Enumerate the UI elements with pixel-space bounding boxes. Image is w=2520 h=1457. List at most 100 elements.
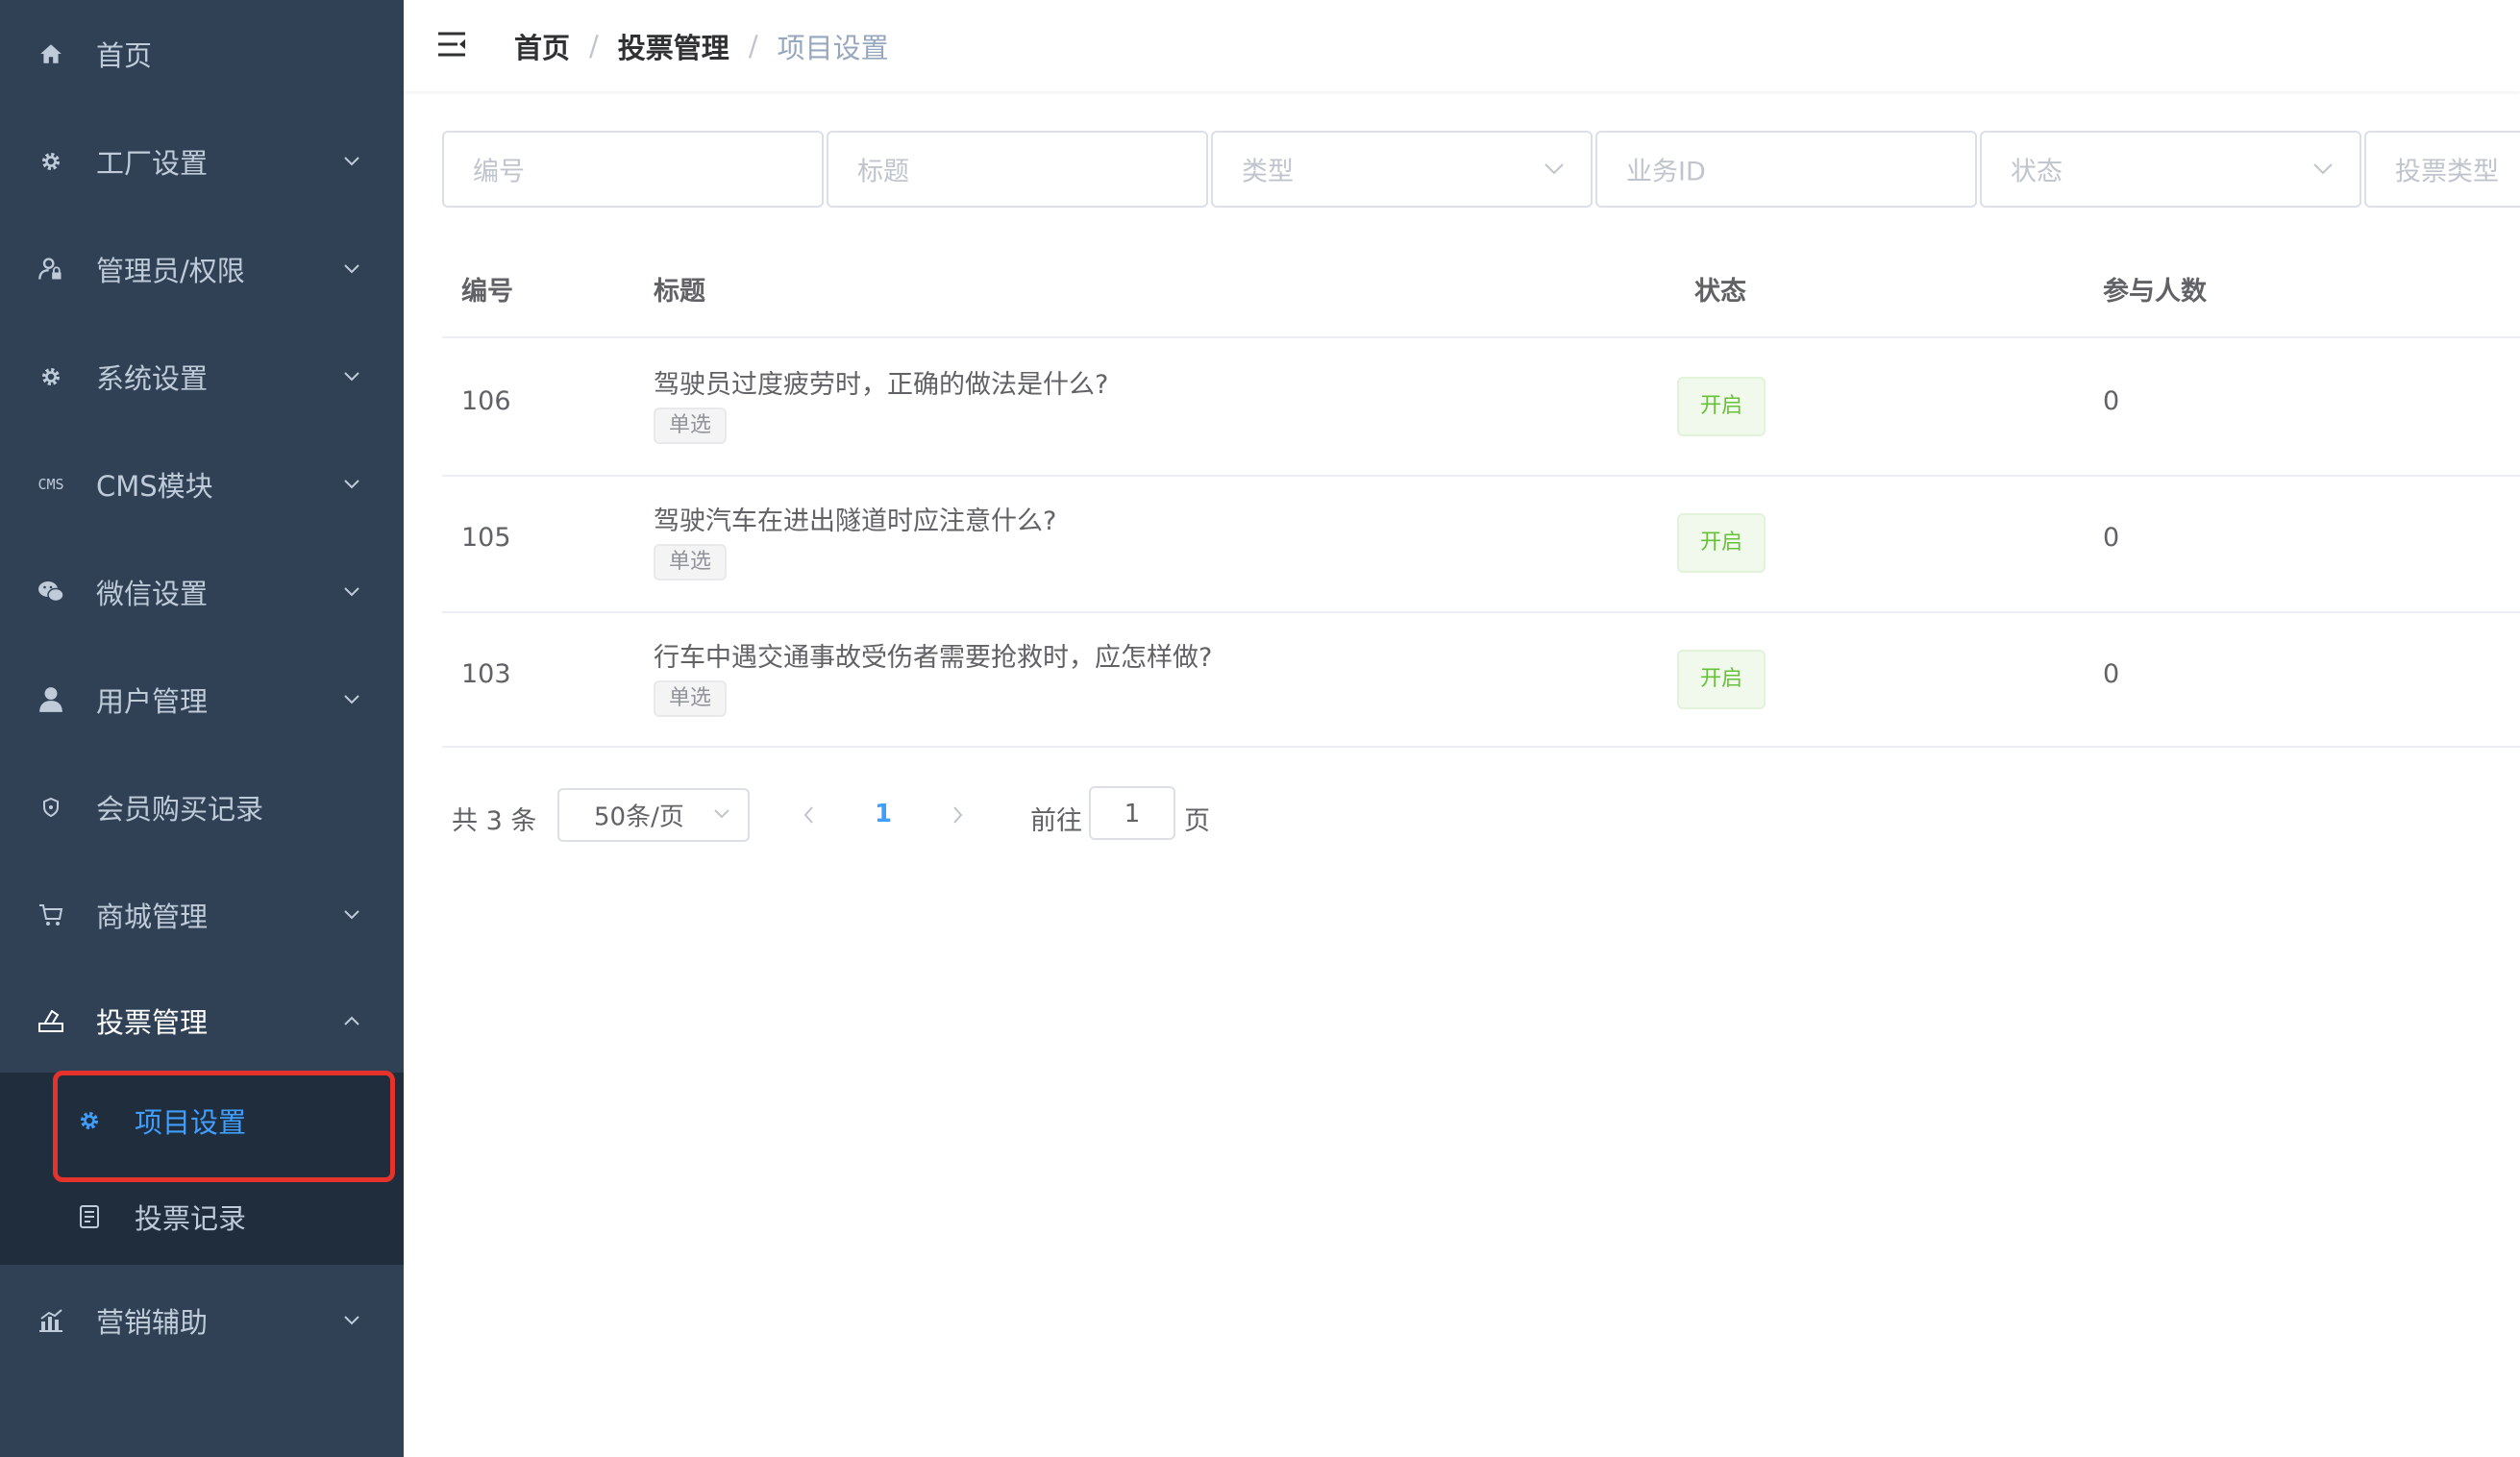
row-participants: 0 xyxy=(2103,386,2120,416)
user-lock-icon xyxy=(37,255,65,284)
table-row[interactable]: 106 驾驶员过度疲劳时，正确的做法是什么? 单选 开启 0 xyxy=(442,338,2520,475)
status-filter-select[interactable]: 状态 xyxy=(1980,131,2361,208)
top-navbar: 首页 / 投票管理 / 项目设置 xyxy=(404,0,2520,91)
gear-icon xyxy=(37,362,65,391)
page-number-current[interactable]: 1 xyxy=(875,800,892,828)
business-id-filter-placeholder: 业务ID xyxy=(1626,157,1706,187)
status-filter-placeholder: 状态 xyxy=(2011,157,2063,187)
pagination: 共 3 条 50条/页 1 前往 1 页 xyxy=(452,786,1317,842)
chevron-down-icon xyxy=(342,690,361,709)
sidebar-item-label: CMS模块 xyxy=(96,470,213,503)
prev-page-button[interactable] xyxy=(796,802,823,828)
submenu-item-label: 项目设置 xyxy=(135,1106,247,1139)
wechat-icon xyxy=(37,578,65,606)
sidebar-item-mall-management[interactable]: 商城管理 xyxy=(0,861,404,969)
breadcrumb-separator: / xyxy=(589,30,599,62)
title-filter-input[interactable]: 标题 xyxy=(827,131,1208,208)
id-filter-placeholder: 编号 xyxy=(473,157,525,187)
page-unit-label: 页 xyxy=(1184,806,1210,836)
row-id: 103 xyxy=(461,659,511,689)
sidebar-item-label: 会员购买记录 xyxy=(96,793,264,826)
title-filter-placeholder: 标题 xyxy=(857,157,909,187)
breadcrumb-separator: / xyxy=(748,30,758,62)
row-title: 驾驶员过度疲劳时，正确的做法是什么? xyxy=(654,370,1109,400)
column-header-status: 状态 xyxy=(1694,277,1746,307)
status-badge: 开启 xyxy=(1677,650,1766,709)
row-title: 驾驶汽车在进出隧道时应注意什么? xyxy=(654,506,1057,536)
row-participants: 0 xyxy=(2103,523,2120,553)
type-tag: 单选 xyxy=(654,680,728,717)
sidebar-item-label: 工厂设置 xyxy=(96,147,209,180)
cart-icon xyxy=(37,901,65,929)
gear-icon xyxy=(37,147,65,176)
chevron-down-icon xyxy=(342,367,361,386)
document-icon xyxy=(75,1202,104,1231)
row-title: 行车中遇交通事故受伤者需要抢救时，应怎样做? xyxy=(654,643,1213,673)
sidebar-item-cms[interactable]: CMS CMS模块 xyxy=(0,431,404,538)
sidebar: 首页 工厂设置 管理员/权限 系统设置 CMS CMS模块 微信设置 用户管理 … xyxy=(0,0,404,1457)
sidebar-item-admin-permissions[interactable]: 管理员/权限 xyxy=(0,215,404,323)
home-icon xyxy=(37,39,65,68)
submenu-item-project-settings[interactable]: 项目设置 xyxy=(0,1073,404,1169)
chevron-down-icon xyxy=(342,475,361,494)
page-size-select[interactable]: 50条/页 xyxy=(557,788,750,842)
table-row[interactable]: 103 行车中遇交通事故受伤者需要抢救时，应怎样做? 单选 开启 0 xyxy=(442,613,2520,750)
type-filter-select[interactable]: 类型 xyxy=(1211,131,1593,208)
next-page-button[interactable] xyxy=(944,802,971,828)
table-row[interactable]: 105 驾驶汽车在进出隧道时应注意什么? 单选 开启 0 xyxy=(442,477,2520,613)
sidebar-item-label: 系统设置 xyxy=(96,362,209,395)
user-icon xyxy=(37,685,65,714)
type-filter-placeholder: 类型 xyxy=(1242,157,1294,187)
id-filter-input[interactable]: 编号 xyxy=(442,131,824,208)
sidebar-item-label: 首页 xyxy=(96,39,153,72)
submenu-item-label: 投票记录 xyxy=(135,1202,247,1235)
sidebar-item-home[interactable]: 首页 xyxy=(0,0,404,108)
sidebar-item-factory-settings[interactable]: 工厂设置 xyxy=(0,108,404,215)
chevron-down-icon xyxy=(2311,158,2335,181)
chevron-down-icon xyxy=(342,582,361,602)
submenu-item-vote-records[interactable]: 投票记录 xyxy=(0,1169,404,1265)
column-header-participants: 参与人数 xyxy=(2103,277,2207,307)
shield-icon xyxy=(37,793,65,822)
status-badge: 开启 xyxy=(1677,513,1766,573)
goto-page-input[interactable]: 1 xyxy=(1089,786,1175,840)
breadcrumb: 首页 / 投票管理 / 项目设置 xyxy=(514,26,889,66)
sidebar-item-label: 投票管理 xyxy=(96,1006,209,1039)
chevron-down-icon xyxy=(342,1311,361,1330)
sidebar-item-label: 商城管理 xyxy=(96,901,209,933)
breadcrumb-current: 项目设置 xyxy=(777,32,889,64)
vote-type-filter-select[interactable]: 投票类型 xyxy=(2364,131,2520,208)
sidebar-item-member-purchases[interactable]: 会员购买记录 xyxy=(0,753,404,861)
breadcrumb-home[interactable]: 首页 xyxy=(514,26,570,66)
chevron-down-icon xyxy=(342,259,361,279)
sidebar-item-system-settings[interactable]: 系统设置 xyxy=(0,323,404,431)
sidebar-item-label: 微信设置 xyxy=(96,578,209,610)
gear-icon xyxy=(75,1106,104,1135)
type-tag: 单选 xyxy=(654,544,728,580)
sidebar-item-label: 用户管理 xyxy=(96,685,209,718)
vote-type-filter-placeholder: 投票类型 xyxy=(2395,157,2499,187)
sidebar-item-user-management[interactable]: 用户管理 xyxy=(0,646,404,753)
chevron-down-icon xyxy=(1543,158,1566,181)
row-id: 105 xyxy=(461,523,511,553)
breadcrumb-vote-management[interactable]: 投票管理 xyxy=(618,26,729,66)
sidebar-item-wechat-settings[interactable]: 微信设置 xyxy=(0,538,404,646)
sidebar-item-label: 营销辅助 xyxy=(96,1306,209,1339)
chevron-up-icon xyxy=(342,1011,361,1030)
chevron-down-icon xyxy=(342,905,361,925)
column-header-id: 编号 xyxy=(461,277,513,307)
chevron-down-icon xyxy=(713,805,732,825)
sidebar-item-marketing[interactable]: 营销辅助 xyxy=(0,1267,404,1374)
pagination-total: 共 3 条 xyxy=(452,806,537,836)
cms-icon: CMS xyxy=(37,476,64,493)
status-badge: 开启 xyxy=(1677,377,1766,436)
column-header-title: 标题 xyxy=(654,277,705,307)
type-tag: 单选 xyxy=(654,407,728,444)
business-id-filter-input[interactable]: 业务ID xyxy=(1595,131,1977,208)
hamburger-menu-icon[interactable] xyxy=(434,27,469,62)
chevron-down-icon xyxy=(342,152,361,171)
goto-label: 前往 xyxy=(1030,806,1082,836)
row-id: 106 xyxy=(461,386,511,416)
page-size-value: 50条/页 xyxy=(594,803,684,832)
sidebar-item-vote-management[interactable]: 投票管理 xyxy=(0,967,404,1074)
